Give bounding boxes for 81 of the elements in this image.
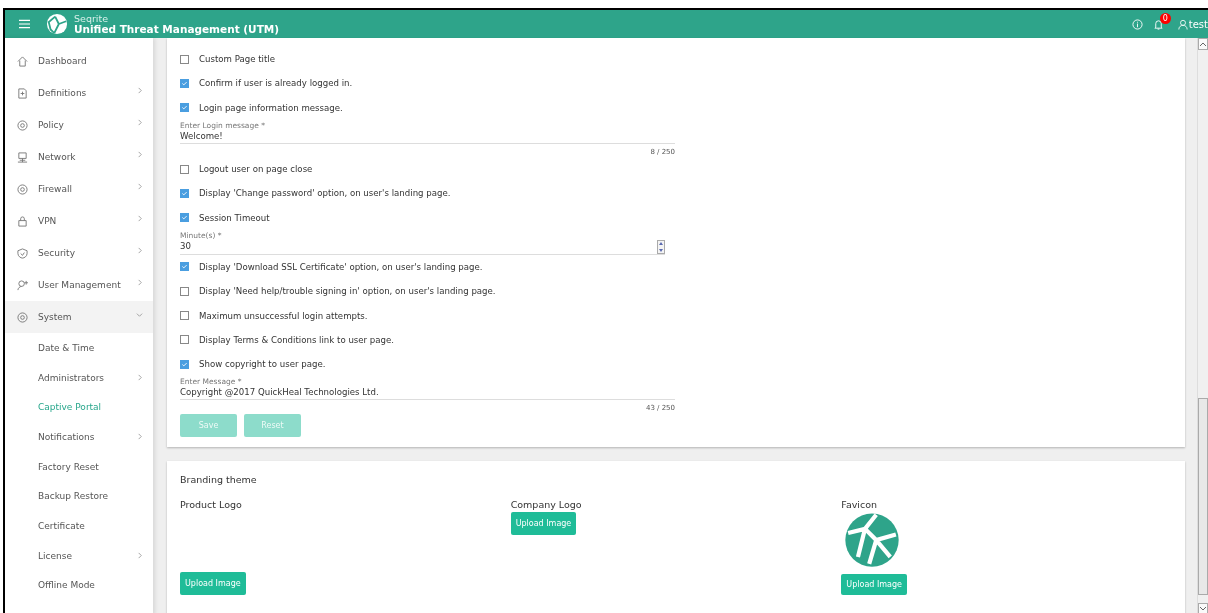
checkbox[interactable] (180, 213, 189, 223)
notification-badge: 0 (1159, 12, 1171, 24)
menu-item-icon (17, 87, 28, 99)
sidebar-subitem[interactable]: Backup Restore (5, 481, 153, 512)
sidebar-item[interactable]: User Management (5, 269, 153, 301)
sidebar-item[interactable]: System (5, 301, 153, 333)
sidebar-item[interactable]: VPN (5, 205, 153, 237)
checkmark-icon (181, 360, 188, 368)
option-label: Logout user on page close (199, 164, 313, 175)
scrollbar[interactable] (1197, 38, 1208, 613)
checkbox[interactable] (180, 164, 189, 174)
menu-item-icon (17, 119, 28, 131)
chevron-icon (136, 374, 143, 382)
sidebar-item[interactable]: Network (5, 141, 153, 173)
checkbox[interactable] (180, 103, 189, 113)
option-label: Custom Page title (199, 54, 275, 65)
chevron-icon (136, 278, 143, 286)
option-label: Show copyright to user page. (199, 359, 326, 370)
option-label: Display 'Download SSL Certificate' option, on user's landing page. (199, 261, 483, 272)
bell-icon[interactable] (1152, 18, 1164, 30)
sidebar-subitem[interactable]: Date & Time (5, 333, 153, 363)
checkbox[interactable] (180, 286, 189, 296)
checkmark-icon (181, 263, 188, 271)
user-name: test (1188, 18, 1208, 30)
sidebar-subitem[interactable]: Administrators (5, 362, 153, 393)
option-label: Display 'Need help/trouble signing in' option, on user's landing page. (199, 286, 496, 297)
checkmark-icon (181, 79, 188, 87)
checkbox[interactable] (180, 359, 189, 369)
checkbox[interactable] (180, 311, 189, 320)
menu-icon[interactable] (19, 19, 30, 29)
chevron-icon (136, 433, 143, 441)
checkbox[interactable] (180, 54, 189, 64)
sidebar-subitem[interactable]: Notifications (5, 422, 153, 452)
option-label: Maximum unsuccessful login attempts. (199, 310, 368, 321)
sidebar-subitem[interactable]: License (5, 540, 153, 571)
option-label: Session Timeout (199, 212, 270, 223)
info-icon[interactable] (1131, 18, 1143, 30)
checkmark-icon (181, 214, 188, 222)
globe-logo-icon (46, 13, 68, 35)
checkmark-icon (181, 189, 188, 197)
checkbox[interactable] (180, 78, 189, 88)
person-icon (1177, 18, 1188, 30)
sidebar-subitem[interactable]: Offline Mode (5, 570, 153, 601)
brand-name: Seqrite (74, 13, 110, 24)
menu-item-icon (17, 311, 28, 323)
sidebar-subitem[interactable]: Factory Reset (5, 451, 153, 482)
menu-item-icon (17, 151, 28, 163)
chevron-icon (136, 86, 143, 94)
checkmark-icon (181, 104, 188, 112)
app-title: Unified Threat Management (UTM) (74, 24, 280, 35)
section-title: Branding theme (180, 474, 258, 486)
menu-item-icon (17, 183, 28, 195)
sidebar-item[interactable]: Dashboard (5, 45, 153, 77)
slot-label: Product Logo (180, 499, 242, 511)
slot-label: Company Logo (510, 499, 582, 511)
checkbox[interactable] (180, 188, 189, 198)
menu-item-icon (17, 279, 28, 291)
chevron-icon (136, 310, 143, 318)
chevron-icon (136, 182, 143, 190)
chevron-icon (136, 150, 143, 158)
sidebar-item[interactable]: Firewall (5, 173, 153, 205)
sidebar-item[interactable]: Definitions (5, 77, 153, 109)
chevron-icon (136, 118, 143, 126)
slot-label: Favicon (841, 499, 878, 511)
menu-item-icon (17, 215, 28, 227)
arrow-down-icon (1199, 604, 1207, 613)
checkbox[interactable] (180, 262, 189, 272)
menu-item-icon (17, 55, 28, 67)
sidebar-item[interactable]: Security (5, 237, 153, 269)
checkbox[interactable] (180, 335, 189, 345)
spinner-icon[interactable] (657, 239, 665, 254)
option-label: Display 'Change password' option, on user's landing page. (199, 188, 451, 199)
chevron-icon (136, 214, 143, 222)
menu-item-icon (17, 247, 28, 259)
option-label: Login page information message. (199, 102, 343, 113)
sidebar-item[interactable]: Policy (5, 109, 153, 141)
option-label: Confirm if user is already logged in. (199, 78, 353, 89)
option-label: Display Terms & Conditions link to user page. (199, 334, 395, 345)
chevron-icon (136, 552, 143, 560)
sidebar-subitem[interactable]: Certificate (5, 511, 153, 541)
chevron-icon (136, 246, 143, 254)
